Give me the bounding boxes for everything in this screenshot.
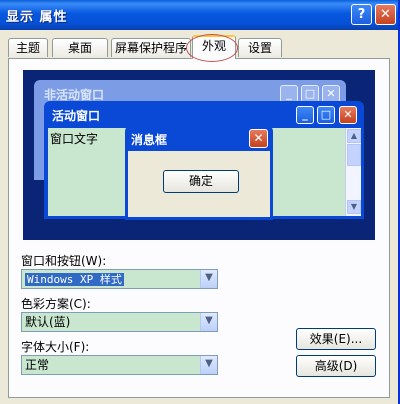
windows-buttons-label: 窗口和按钮(W): bbox=[21, 254, 107, 268]
highlight-circle bbox=[186, 34, 238, 62]
title-bar[interactable]: 显示 属性 ? ✕ bbox=[0, 0, 398, 30]
chevron-down-icon[interactable]: ▼ bbox=[200, 270, 217, 288]
advanced-button[interactable]: 高级(D) bbox=[296, 355, 376, 377]
windows-buttons-value: Windows XP 样式 bbox=[25, 273, 124, 286]
preview-ok-button: 确定 bbox=[163, 170, 239, 193]
tab-themes[interactable]: 主题 bbox=[8, 38, 48, 57]
close-icon: ✕ bbox=[339, 106, 357, 124]
active-window-title: 活动窗口 bbox=[52, 109, 101, 123]
tab-settings[interactable]: 设置 bbox=[238, 38, 282, 57]
preview-scrollbar: ▲ ▼ bbox=[345, 128, 361, 216]
scroll-thumb bbox=[347, 144, 361, 166]
minimize-icon: _ bbox=[296, 106, 314, 124]
effects-button[interactable]: 效果(E)... bbox=[296, 328, 376, 350]
window-text-sample: 窗口文字 bbox=[50, 132, 99, 146]
help-button[interactable]: ? bbox=[351, 4, 372, 25]
color-scheme-value: 默认(蓝) bbox=[25, 315, 71, 329]
help-icon: ? bbox=[357, 7, 366, 22]
maximize-icon: □ bbox=[317, 106, 335, 124]
font-size-select[interactable]: 正常 ▼ bbox=[21, 355, 218, 375]
close-button[interactable]: ✕ bbox=[375, 4, 396, 25]
chevron-down-icon[interactable]: ▼ bbox=[200, 356, 217, 374]
font-size-value: 正常 bbox=[25, 358, 50, 372]
close-icon: ✕ bbox=[380, 7, 391, 22]
arrow-up-icon: ▲ bbox=[347, 129, 361, 143]
tab-screensaver[interactable]: 屏幕保护程序 bbox=[111, 38, 191, 57]
preview-message-box: 消息框 ✕ 确定 bbox=[125, 126, 273, 220]
windows-buttons-select[interactable]: Windows XP 样式 ▼ bbox=[21, 269, 218, 289]
close-icon: ✕ bbox=[249, 129, 268, 148]
color-scheme-select[interactable]: 默认(蓝) ▼ bbox=[21, 312, 218, 332]
arrow-down-icon: ▼ bbox=[347, 200, 361, 214]
message-box-title: 消息框 bbox=[131, 133, 168, 147]
chevron-down-icon[interactable]: ▼ bbox=[200, 313, 217, 331]
tab-desktop[interactable]: 桌面 bbox=[52, 38, 108, 57]
display-properties-window: 显示 属性 ? ✕ 主题 桌面 屏幕保护程序 外观 设置 非活动窗口 _ □ ✕… bbox=[0, 0, 400, 404]
message-box-body: 确定 bbox=[128, 151, 270, 217]
color-scheme-label: 色彩方案(C): bbox=[21, 297, 91, 311]
font-size-label: 字体大小(F): bbox=[21, 340, 90, 354]
window-title: 显示 属性 bbox=[6, 10, 68, 25]
